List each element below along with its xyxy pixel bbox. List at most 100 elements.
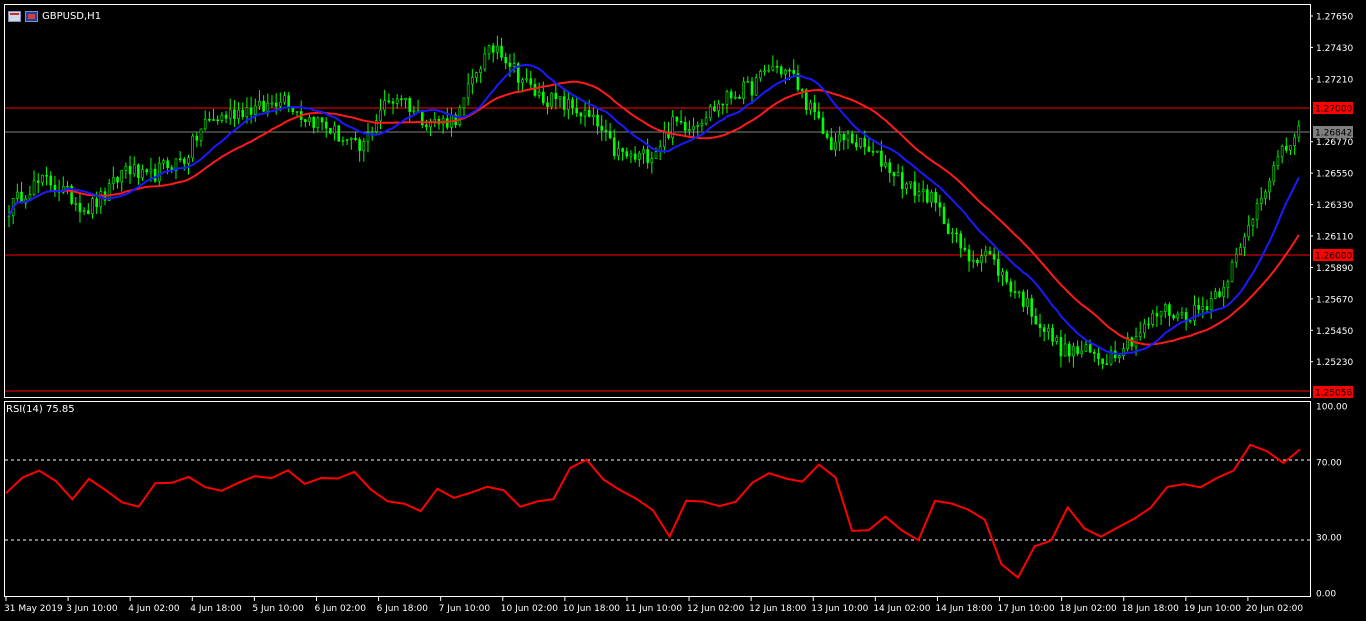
candle-body [926, 189, 929, 203]
candle-body [959, 233, 963, 249]
candle-body [663, 132, 666, 147]
price-axis-label: 1.26110 [1316, 233, 1353, 243]
candle-body [880, 150, 883, 167]
candle-body [128, 166, 132, 175]
candle-body [696, 125, 700, 127]
candle-body [1272, 165, 1276, 182]
candle-body [629, 153, 633, 157]
time-axis-label: 12 Jun 18:00 [749, 604, 806, 614]
candle-body [930, 192, 933, 203]
candle-body [675, 116, 679, 122]
candle-body [554, 92, 558, 100]
candle-body [1097, 353, 1100, 360]
rsi-axis-label: 0.00 [1316, 590, 1336, 600]
candle-body [863, 138, 867, 148]
candle-body [642, 149, 645, 154]
candle-body [274, 102, 278, 107]
candle-body [304, 119, 307, 123]
candle-body [1293, 136, 1296, 146]
candle-body [1009, 281, 1013, 292]
candle-body [1151, 313, 1155, 325]
candle-body [124, 166, 128, 171]
time-axis-label: 19 Jun 10:00 [1184, 604, 1241, 614]
candle-body [28, 194, 32, 200]
rsi-axis-label: 70.00 [1316, 459, 1342, 469]
time-axis-label: 4 Jun 02:00 [128, 604, 180, 614]
candle-body [500, 45, 503, 58]
candle-body [1222, 286, 1225, 297]
candle-body [942, 206, 946, 225]
candle-body [137, 164, 140, 179]
candle-body [558, 96, 562, 100]
chart-window-icon[interactable] [8, 10, 21, 22]
candle-body [187, 157, 190, 164]
candle-body [1080, 350, 1084, 354]
candle-body [546, 102, 549, 107]
candle-body [859, 138, 862, 148]
candle-body [846, 133, 850, 141]
candle-body [750, 81, 754, 96]
candle-body [270, 102, 274, 105]
candle-body [91, 198, 94, 215]
candle-body [132, 164, 136, 175]
candle-body [475, 72, 478, 78]
candle-body [850, 133, 854, 144]
candle-body [471, 77, 474, 85]
candle-body [708, 106, 712, 119]
candle-body [1118, 355, 1121, 359]
candle-body [571, 99, 574, 109]
candle-body [896, 172, 900, 177]
candle-body [1038, 323, 1042, 328]
candle-body [1005, 271, 1008, 283]
candle-body [78, 202, 82, 212]
candle-body [262, 100, 265, 112]
candle-body [608, 130, 612, 139]
candle-body [1026, 298, 1029, 307]
candle-body [775, 65, 779, 68]
candle-body [1180, 312, 1184, 315]
time-axis-label: 13 Jun 10:00 [811, 604, 868, 614]
candle-body [253, 105, 257, 115]
candle-body [312, 117, 316, 128]
candle-body [984, 250, 988, 257]
candle-body [383, 100, 386, 111]
candle-body [1105, 363, 1109, 365]
candle-body [800, 89, 804, 91]
candle-body [1297, 125, 1301, 138]
price-axis-label: 1.27210 [1316, 75, 1353, 85]
candle-body [1059, 337, 1063, 357]
candle-body [521, 79, 524, 83]
candle-body [1280, 146, 1284, 158]
candle-body [208, 118, 211, 121]
candle-body [362, 141, 366, 151]
candle-body [166, 160, 169, 168]
candle-body [604, 130, 608, 132]
candle-body [1247, 224, 1251, 238]
candle-body [1092, 351, 1096, 354]
time-axis-label: 6 Jun 18:00 [377, 604, 429, 614]
candle-body [1230, 262, 1234, 282]
candle-body [66, 185, 69, 188]
candle-body [1205, 306, 1209, 310]
candle-body [370, 131, 374, 134]
candle-body [258, 100, 261, 107]
candle-body [587, 109, 591, 117]
candle-body [387, 100, 391, 103]
price-tag-current: 1.26842 [1315, 129, 1352, 139]
candle-body [445, 118, 449, 128]
candle-body [638, 152, 641, 160]
chart-title-bar: GBPUSD,H1 [8, 9, 101, 23]
candle-body [575, 107, 578, 114]
candle-body [905, 183, 908, 190]
candle-body [525, 78, 528, 81]
candle-body [1234, 253, 1238, 263]
candle-body [1155, 313, 1159, 317]
candle-body [1159, 311, 1163, 317]
candle-body [512, 63, 516, 67]
time-axis-label: 12 Jun 02:00 [687, 604, 744, 614]
candle-body [496, 45, 499, 53]
candle-body [379, 109, 382, 122]
candle-body [116, 177, 119, 183]
candle-body [404, 98, 407, 101]
candle-body [746, 81, 750, 83]
